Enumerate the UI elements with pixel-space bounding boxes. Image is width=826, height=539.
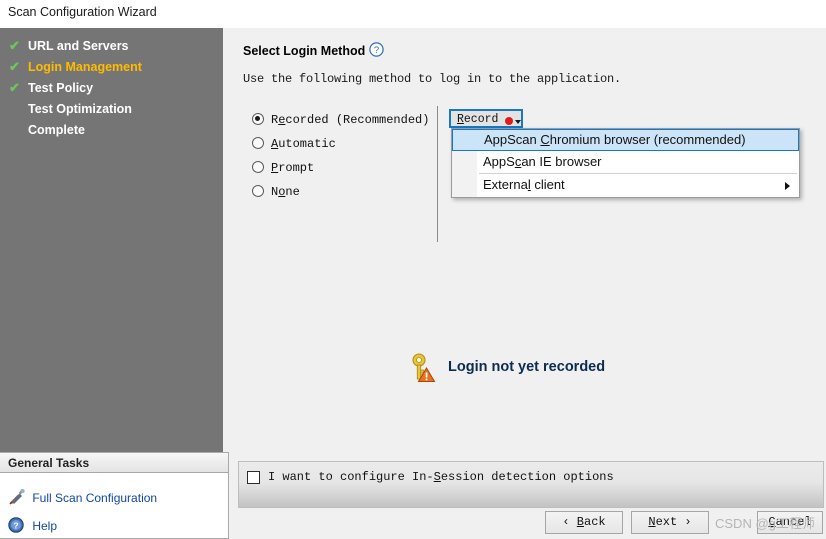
record-dropdown-menu: AppScan Chromium browser (recommended) A… <box>451 128 800 198</box>
general-task-full-scan-configuration[interactable]: Full Scan Configuration <box>8 488 158 507</box>
menu-item-external-client[interactable]: External client <box>452 174 799 196</box>
radio-option-prompt[interactable]: Prompt <box>252 156 442 180</box>
window-titlebar: Scan Configuration Wizard <box>0 0 826 28</box>
menu-item-label-pre: AppS <box>483 154 515 169</box>
sidebar-step-label: Test Policy <box>28 81 94 95</box>
radio-label-post: ne <box>285 185 300 199</box>
in-session-options-bar: I want to configure In-Session detection… <box>238 461 824 508</box>
wizard-steps-list: ✔ URL and Servers ✔ Login Management ✔ T… <box>0 36 223 141</box>
radio-indicator[interactable] <box>252 161 264 173</box>
record-dot-icon <box>505 116 513 125</box>
window-title: Scan Configuration Wizard <box>8 5 157 19</box>
record-button-mnemonic: R <box>457 113 464 126</box>
login-method-radio-group: Recorded (Recommended) Automatic Prompt … <box>252 108 442 204</box>
tools-icon <box>8 488 26 505</box>
check-icon <box>9 123 22 136</box>
svg-text:?: ? <box>13 521 18 531</box>
sidebar-step-label: Complete <box>28 123 85 137</box>
main-content-panel: Select Login Method ? Use the following … <box>235 28 826 539</box>
radio-label-post: corded (Recommended) <box>285 113 430 127</box>
sidebar-step-complete[interactable]: Complete <box>0 120 223 140</box>
in-session-detection-mnemonic: S <box>433 470 441 484</box>
page-subtitle: Use the following method to log in to th… <box>243 72 622 86</box>
menu-item-label-post: client <box>530 177 565 192</box>
check-icon: ✔ <box>9 80 20 95</box>
general-tasks-title: General Tasks <box>8 456 90 470</box>
sidebar-step-label: Test Optimization <box>28 102 132 116</box>
vertical-divider <box>437 106 438 242</box>
page-title: Select Login Method <box>243 44 366 58</box>
general-task-label: Full Scan Configuration <box>32 491 158 505</box>
record-button-label: Record <box>457 113 499 126</box>
wizard-steps-sidebar: ✔ URL and Servers ✔ Login Management ✔ T… <box>0 28 223 452</box>
menu-item-label-post: hromium browser (recommended) <box>549 132 746 147</box>
sidebar-step-label: URL and Servers <box>28 39 129 53</box>
radio-indicator[interactable] <box>252 185 264 197</box>
record-button[interactable]: Record <box>449 109 523 128</box>
menu-item-appscan-chromium-browser[interactable]: AppScan Chromium browser (recommended) <box>452 129 799 151</box>
sidebar-step-test-policy[interactable]: ✔ Test Policy <box>0 78 223 98</box>
radio-option-none[interactable]: None <box>252 180 442 204</box>
sidebar-step-url-and-servers[interactable]: ✔ URL and Servers <box>0 36 223 56</box>
sidebar-step-test-optimization[interactable]: Test Optimization <box>0 99 223 119</box>
sidebar-step-label: Login Management <box>28 60 142 74</box>
scan-configuration-wizard-window: Scan Configuration Wizard ✔ URL and Serv… <box>0 0 826 539</box>
next-button[interactable]: Next › <box>631 511 709 534</box>
menu-item-appscan-ie-browser[interactable]: AppScan IE browser <box>452 151 799 173</box>
in-session-detection-checkbox[interactable] <box>247 471 260 484</box>
menu-item-mnemonic: C <box>540 132 550 147</box>
question-mark-icon[interactable]: ? <box>369 42 384 57</box>
radio-indicator[interactable] <box>252 137 264 149</box>
radio-indicator[interactable] <box>252 113 264 125</box>
login-status-text: Login not yet recorded <box>448 359 606 375</box>
chevron-right-icon <box>785 182 790 190</box>
general-task-label: Help <box>32 519 58 533</box>
in-session-detection-label: I want to configure In-Session detection… <box>268 470 614 484</box>
general-tasks-header: General Tasks <box>0 453 228 473</box>
cancel-button[interactable]: Cancel <box>757 511 823 534</box>
menu-item-label-pre: AppScan <box>484 132 541 147</box>
general-task-help[interactable]: ? Help <box>8 517 57 535</box>
check-icon <box>9 102 22 115</box>
help-icon: ? <box>8 517 26 533</box>
radio-option-automatic[interactable]: Automatic <box>252 132 442 156</box>
sidebar-step-login-management[interactable]: ✔ Login Management <box>0 57 223 77</box>
radio-label-post: utomatic <box>278 137 336 151</box>
radio-label-post: rompt <box>278 161 315 175</box>
check-icon: ✔ <box>9 59 20 74</box>
general-tasks-panel: General Tasks Full Scan Configuration ? … <box>0 452 229 539</box>
chevron-down-icon[interactable] <box>515 119 521 124</box>
svg-text:?: ? <box>374 45 379 56</box>
back-button[interactable]: ‹ Back <box>545 511 623 534</box>
check-icon: ✔ <box>9 38 20 53</box>
key-warning-icon <box>410 353 436 383</box>
radio-option-recorded[interactable]: Recorded (Recommended) <box>252 108 442 132</box>
menu-item-label-pre: Externa <box>483 177 528 192</box>
menu-item-label-post: an IE browser <box>521 154 602 169</box>
